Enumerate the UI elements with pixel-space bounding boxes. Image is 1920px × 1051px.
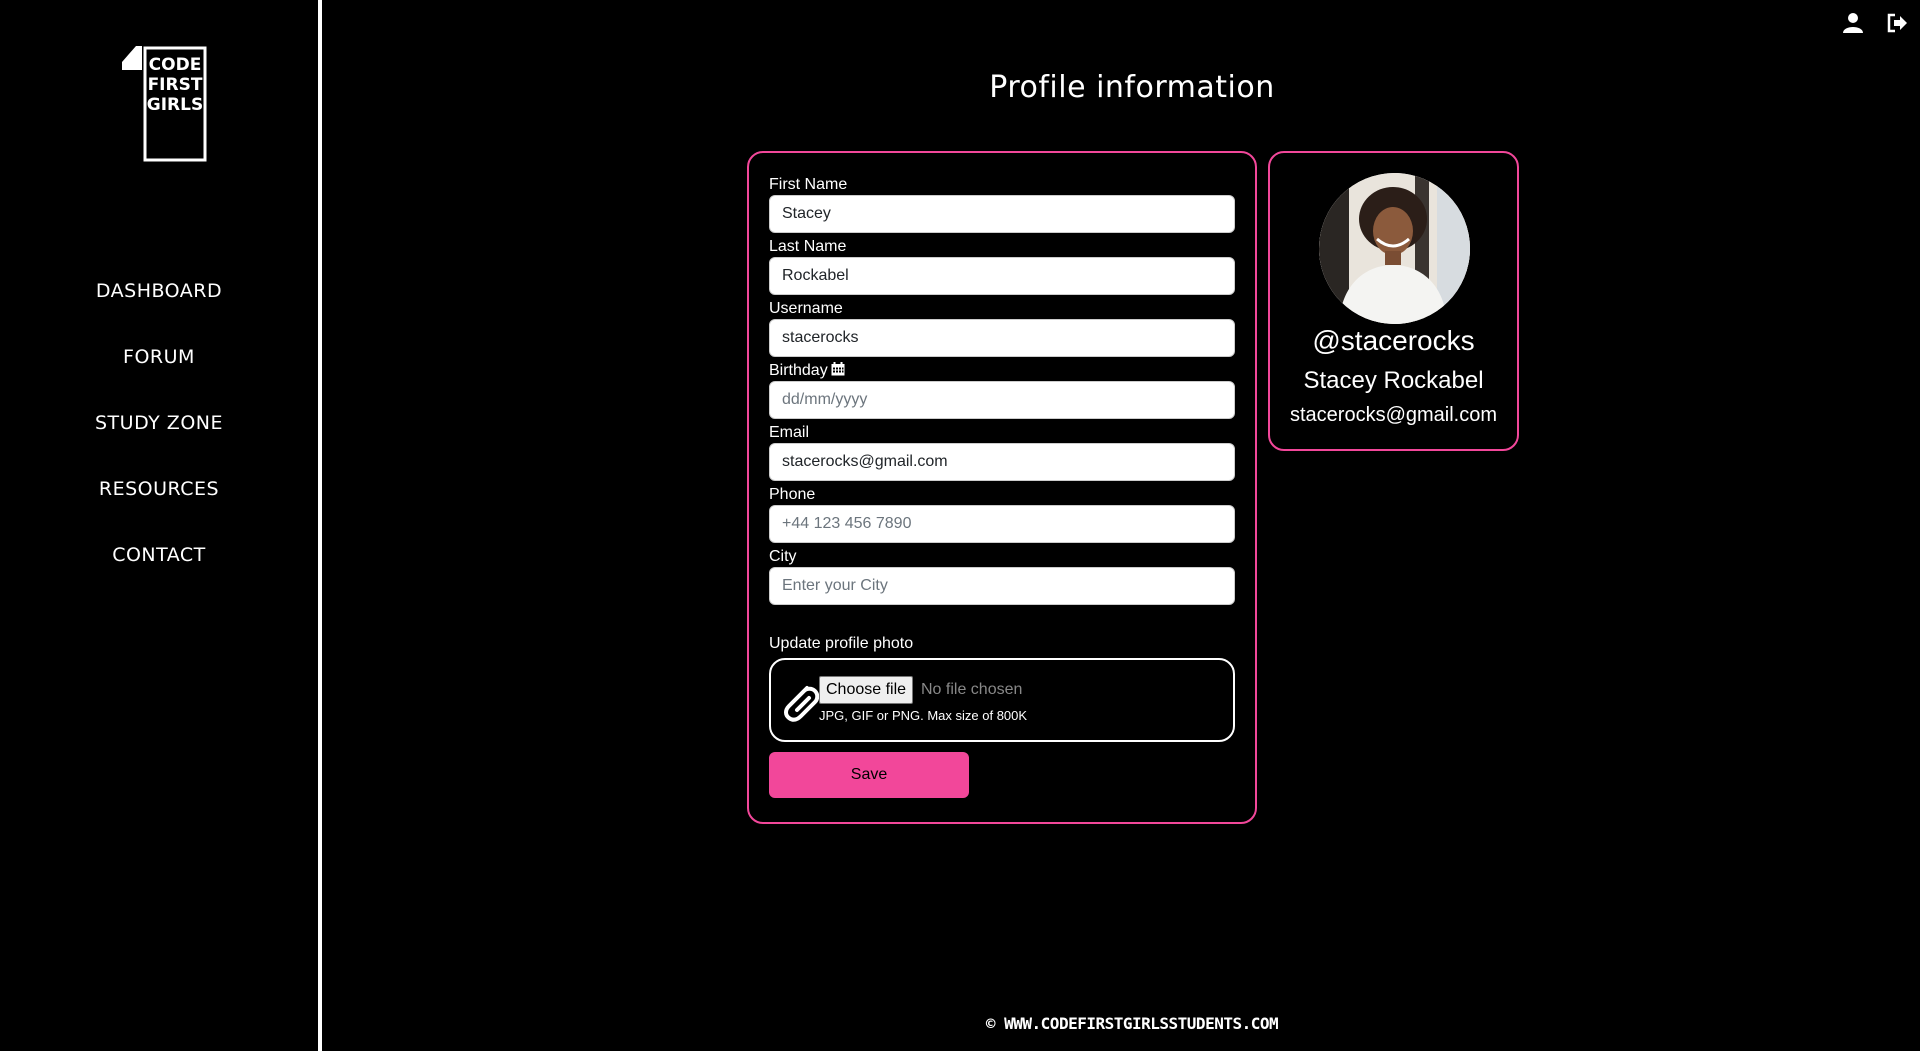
photo-upload-box: Choose file No file chosen JPG, GIF or P… <box>769 658 1235 742</box>
last-name-input[interactable] <box>769 257 1235 295</box>
email-label: Email <box>769 424 810 441</box>
first-name-label: First Name <box>769 176 848 193</box>
choose-file-button[interactable]: Choose file <box>819 676 914 704</box>
profile-form: First Name Last Name Username Birthday E… <box>747 151 1257 824</box>
profile-username: @stacerocks <box>1312 325 1475 356</box>
phone-input[interactable] <box>769 505 1235 543</box>
photo-upload-label: Update profile photo <box>769 635 914 652</box>
last-name-label: Last Name <box>769 238 847 255</box>
sidebar-item-study-zone[interactable]: STUDY ZONE <box>0 390 318 456</box>
avatar <box>1319 173 1470 324</box>
top-icons <box>1842 12 1908 34</box>
logout-icon[interactable] <box>1886 12 1908 34</box>
paperclip-icon <box>784 686 820 722</box>
birthday-label-row: Birthday <box>769 361 1235 381</box>
avatar-photo <box>1319 173 1470 324</box>
page-title: Profile information <box>989 70 1275 105</box>
sidebar-item-forum[interactable]: FORUM <box>0 324 318 390</box>
birthday-label: Birthday <box>769 362 828 379</box>
username-label: Username <box>769 300 843 317</box>
save-button[interactable]: Save <box>769 752 969 798</box>
user-icon[interactable] <box>1842 12 1864 34</box>
email-input[interactable] <box>769 443 1235 481</box>
profile-card: @stacerocks Stacey Rockabel stacerocks@g… <box>1268 151 1519 451</box>
sidebar-nav: DASHBOARD FORUM STUDY ZONE RESOURCES CON… <box>0 258 318 588</box>
sidebar-item-resources[interactable]: RESOURCES <box>0 456 318 522</box>
footer-link[interactable]: © WWW.CODEFIRSTGIRLSSTUDENTS.COM <box>0 1014 1920 1033</box>
sidebar: CODE FIRST GIRLS DASHBOARD FORUM STUDY Z… <box>0 0 322 1051</box>
city-label: City <box>769 548 797 565</box>
sidebar-item-contact[interactable]: CONTACT <box>0 522 318 588</box>
profile-email: stacerocks@gmail.com <box>1289 404 1498 426</box>
phone-label: Phone <box>769 486 816 503</box>
city-input[interactable] <box>769 567 1235 605</box>
sidebar-item-dashboard[interactable]: DASHBOARD <box>0 258 318 324</box>
file-status: No file chosen <box>921 681 1023 698</box>
calendar-icon <box>831 362 845 376</box>
profile-full-name: Stacey Rockabel <box>1303 367 1484 394</box>
upload-hint: JPG, GIF or PNG. Max size of 800K <box>819 708 1028 723</box>
birthday-input[interactable] <box>769 381 1235 419</box>
first-name-input[interactable] <box>769 195 1235 233</box>
username-input[interactable] <box>769 319 1235 357</box>
